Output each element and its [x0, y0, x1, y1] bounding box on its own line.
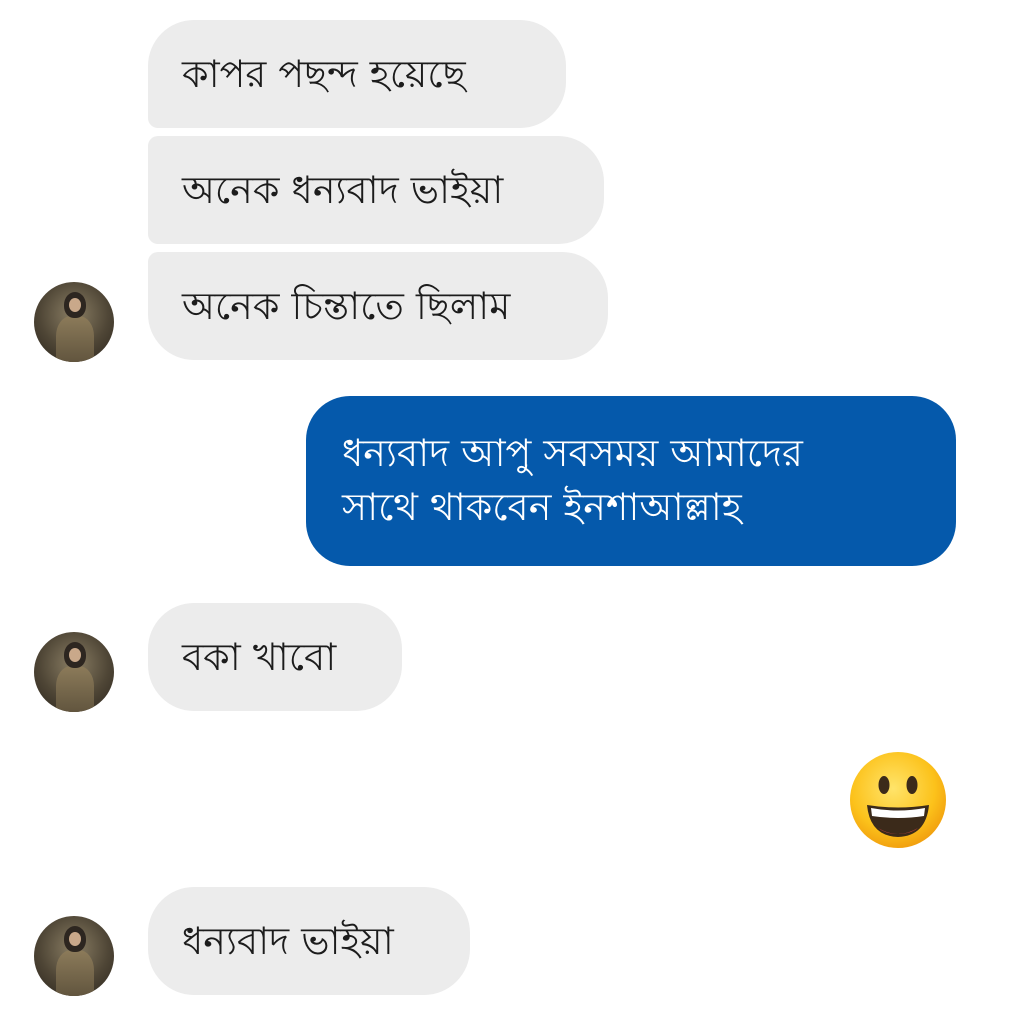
message-text-line-2: সাথে থাকবেন ইনশাআল্লাহ [342, 485, 742, 529]
contact-avatar[interactable] [34, 916, 114, 996]
contact-avatar[interactable] [34, 632, 114, 712]
avatar-figure [56, 666, 94, 712]
chat-thread: কাপর পছন্দ হয়েছে অনেক ধন্যবাদ ভাইয়া অন… [0, 0, 1024, 1024]
message-text: ধন্যবাদ ভাইয়া [182, 919, 394, 963]
message-text: অনেক চিন্তাতে ছিলাম [182, 284, 511, 328]
incoming-message-bubble[interactable]: অনেক ধন্যবাদ ভাইয়া [148, 136, 604, 244]
incoming-message-bubble[interactable]: ধন্যবাদ ভাইয়া [148, 887, 470, 995]
avatar-face [69, 298, 81, 312]
message-text-line-1: ধন্যবাদ আপু সবসময় আমাদের [342, 431, 803, 475]
message-text: বকা খাবো [182, 635, 337, 679]
avatar-figure [56, 316, 94, 362]
avatar-face [69, 932, 81, 946]
avatar-face [69, 648, 81, 662]
incoming-message-bubble[interactable]: বকা খাবো [148, 603, 402, 711]
incoming-message-bubble[interactable]: কাপর পছন্দ হয়েছে [148, 20, 566, 128]
message-text: অনেক ধন্যবাদ ভাইয়া [182, 168, 504, 212]
incoming-message-bubble[interactable]: অনেক চিন্তাতে ছিলাম [148, 252, 608, 360]
contact-avatar[interactable] [34, 282, 114, 362]
message-text: কাপর পছন্দ হয়েছে [182, 52, 466, 96]
avatar-figure [56, 950, 94, 996]
outgoing-message-bubble[interactable]: ধন্যবাদ আপু সবসময় আমাদের সাথে থাকবেন ইন… [306, 396, 956, 566]
grinning-face-icon[interactable] [848, 750, 948, 850]
